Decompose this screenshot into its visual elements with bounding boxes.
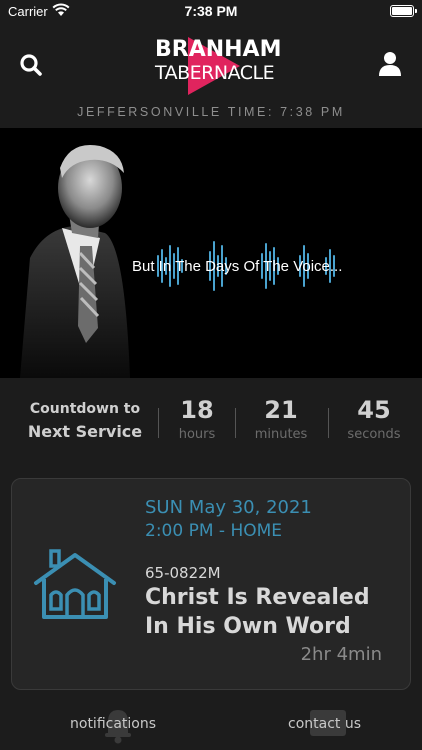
hero-caption: But In The Days Of The Voice... <box>132 258 343 275</box>
service-time: 2:00 PM - HOME <box>145 521 283 541</box>
search-icon[interactable] <box>18 52 46 80</box>
sermon-code: 65-0822M <box>145 564 221 582</box>
sermon-duration: 2hr 4min <box>300 644 382 665</box>
next-service-card[interactable]: SUN May 30, 2021 2:00 PM - HOME 65-0822M… <box>11 478 411 690</box>
hero-banner[interactable]: But In The Days Of The Voice... <box>0 128 422 378</box>
countdown-title-line1: Countdown to <box>29 401 141 417</box>
countdown-section: Countdown to Next Service 18 hours 21 mi… <box>0 378 422 474</box>
sermon-title-line1: Christ Is Revealed <box>145 585 370 610</box>
house-icon <box>30 549 120 625</box>
hero-image <box>20 144 335 378</box>
countdown-title-line2: Next Service <box>27 422 143 441</box>
sermon-title-line2: In His Own Word <box>145 614 351 639</box>
status-bar: Carrier 7:38 PM <box>0 0 422 24</box>
battery-icon <box>390 5 417 17</box>
countdown-minutes: 21 minutes <box>241 394 321 444</box>
divider <box>235 408 236 438</box>
local-time-bar: JEFFERSONVILLE TIME: 7:38 PM <box>77 105 345 119</box>
hours-label: hours <box>178 427 216 442</box>
app-logo: BRANHAM TABERNACLE <box>155 34 282 95</box>
logo-top-text: BRANHAM <box>155 37 282 62</box>
user-icon[interactable] <box>376 50 404 78</box>
tab-contact-us[interactable]: contact us <box>288 716 361 732</box>
seconds-value: 45 <box>357 396 391 424</box>
bottom-tab-bar: notifications contact us <box>0 690 422 750</box>
divider <box>328 408 329 438</box>
countdown-title: Countdown to Next Service <box>20 398 150 444</box>
countdown-seconds: 45 seconds <box>334 394 414 444</box>
hours-value: 18 <box>180 396 214 424</box>
minutes-label: minutes <box>254 427 308 442</box>
logo-bottom-text: TABERNACLE <box>155 62 275 84</box>
minutes-value: 21 <box>264 396 298 424</box>
tab-notifications[interactable]: notifications <box>70 716 156 732</box>
countdown-hours: 18 hours <box>157 394 237 444</box>
service-date: SUN May 30, 2021 <box>145 497 312 518</box>
header: BRANHAM TABERNACLE <box>0 24 422 102</box>
status-time: 7:38 PM <box>184 3 238 19</box>
seconds-label: seconds <box>347 427 401 442</box>
